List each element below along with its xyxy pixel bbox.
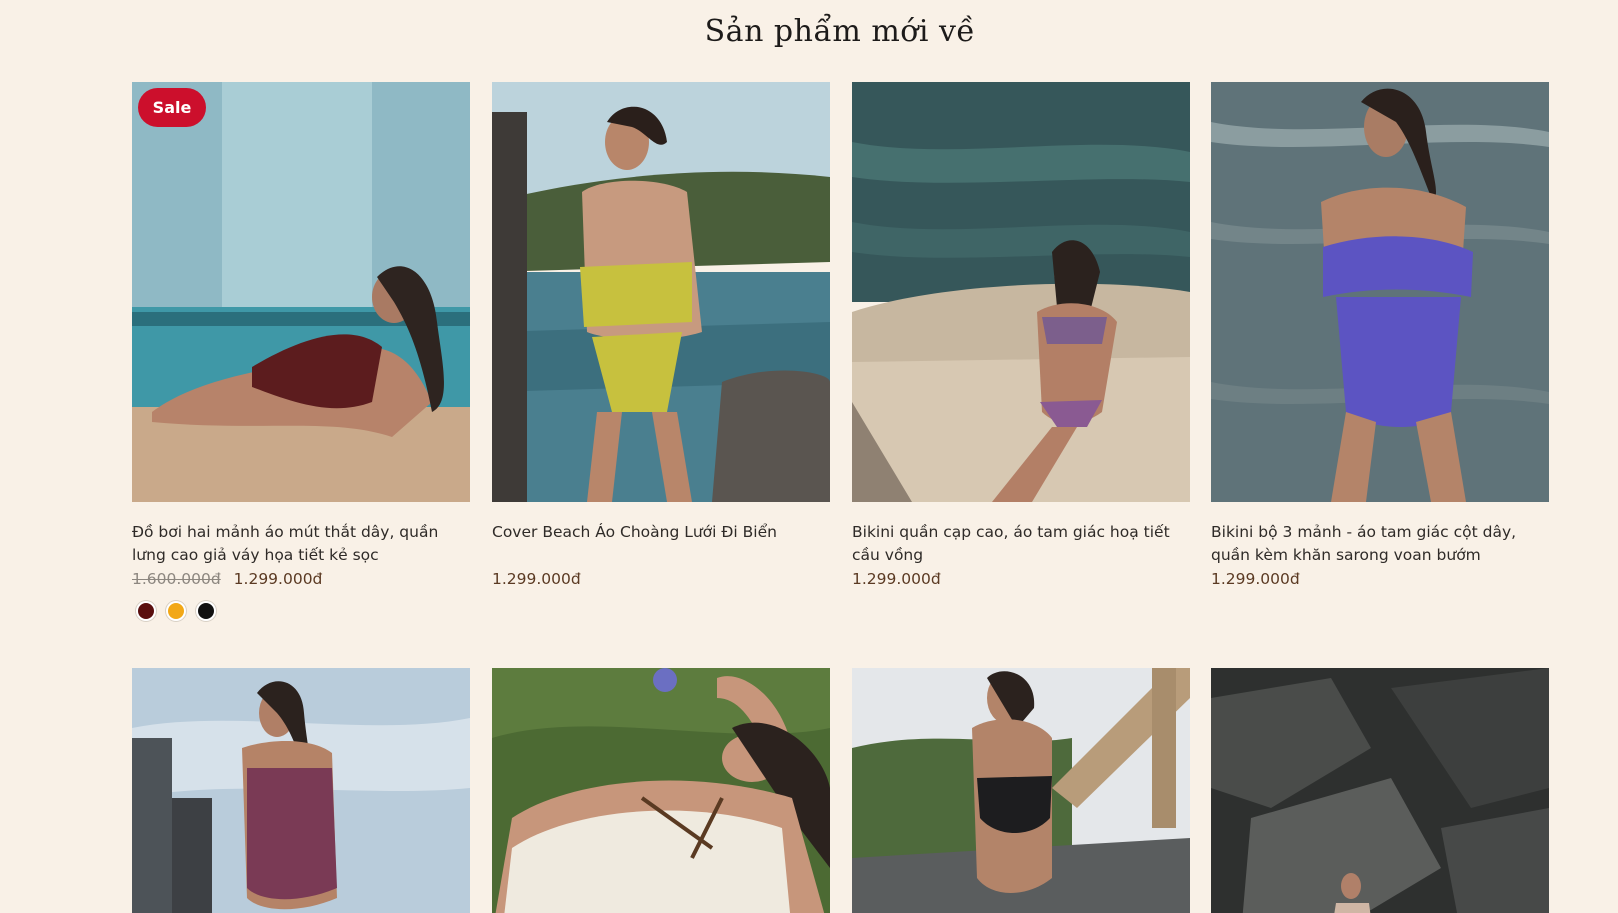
- product-image[interactable]: Sale: [132, 82, 470, 502]
- color-swatch-maroon[interactable]: [138, 603, 154, 619]
- price: 1.299.000đ: [233, 570, 323, 588]
- product-card[interactable]: [1211, 668, 1549, 913]
- product-image[interactable]: [492, 82, 830, 502]
- product-image[interactable]: [852, 82, 1190, 502]
- product-image[interactable]: [492, 668, 830, 913]
- color-swatches: [132, 603, 470, 619]
- product-card[interactable]: Sale Đồ bơi hai mảnh áo mút thắt dây, qu…: [132, 82, 470, 619]
- old-price: 1.600.000đ: [132, 570, 221, 588]
- product-image[interactable]: [852, 668, 1190, 913]
- color-swatch-yellow[interactable]: [168, 603, 184, 619]
- price: 1.299.000đ: [852, 570, 941, 588]
- product-name[interactable]: Đồ bơi hai mảnh áo mút thắt dây, quần lư…: [132, 521, 470, 567]
- product-name[interactable]: Bikini quần cạp cao, áo tam giác hoạ tiế…: [852, 521, 1190, 567]
- section-title: Sản phẩm mới về: [704, 14, 976, 49]
- product-card[interactable]: [132, 668, 470, 913]
- product-card[interactable]: Cover Beach Áo Choàng Lưới Đi Biển 1.299…: [492, 82, 830, 589]
- product-card[interactable]: Bikini bộ 3 mảnh - áo tam giác cột dây, …: [1211, 82, 1549, 589]
- color-swatch-black[interactable]: [198, 603, 214, 619]
- product-image[interactable]: [1211, 668, 1549, 913]
- product-name[interactable]: Bikini bộ 3 mảnh - áo tam giác cột dây, …: [1211, 521, 1549, 567]
- sale-badge: Sale: [138, 88, 206, 127]
- product-image[interactable]: [132, 668, 470, 913]
- price: 1.299.000đ: [1211, 570, 1300, 588]
- product-name[interactable]: Cover Beach Áo Choàng Lưới Đi Biển: [492, 521, 830, 567]
- price: 1.299.000đ: [492, 570, 581, 588]
- product-card[interactable]: Bikini quần cạp cao, áo tam giác hoạ tiế…: [852, 82, 1190, 589]
- product-card[interactable]: [492, 668, 830, 913]
- product-image[interactable]: [1211, 82, 1549, 502]
- product-card[interactable]: [852, 668, 1190, 913]
